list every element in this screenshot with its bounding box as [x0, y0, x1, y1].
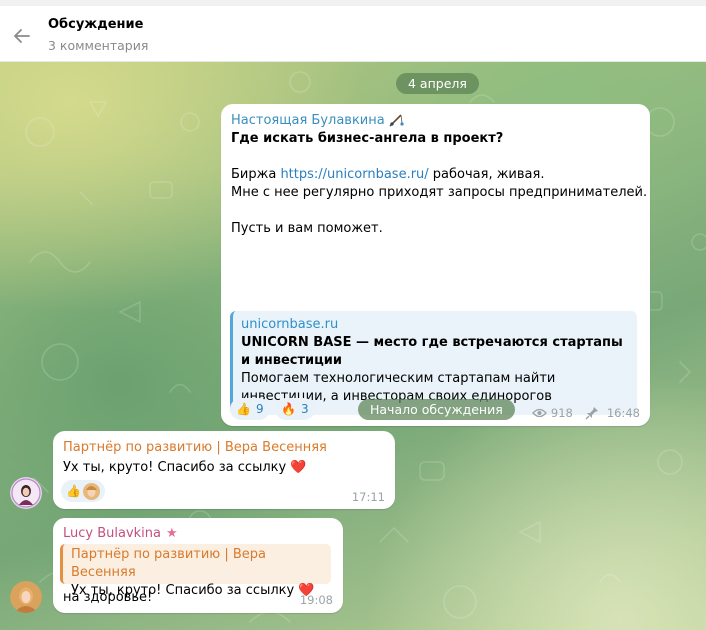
pin-icon	[585, 407, 598, 420]
reply-quote[interactable]: Партнёр по развитию | Вера Весенняя Ух т…	[60, 544, 331, 598]
back-button[interactable]	[10, 24, 34, 48]
page-title: Обсуждение	[48, 17, 144, 32]
fire-icon: 🔥	[281, 402, 296, 416]
comment-vera[interactable]: Партнёр по развитию | Вера Весенняя Ух т…	[53, 431, 395, 509]
discussion-start-pill: Начало обсуждения	[358, 399, 515, 420]
comment-lucy-time: 19:08	[299, 593, 333, 607]
comment-vera-time: 17:11	[351, 490, 385, 504]
reaction-count: 9	[255, 402, 264, 416]
reply-quote-author: Партнёр по развитию | Вера Весенняя	[71, 547, 267, 580]
post-line-1: Биржа https://unicornbase.ru/ рабочая, ж…	[231, 166, 544, 184]
avatar-vera[interactable]	[10, 477, 42, 509]
comment-lucy[interactable]: Lucy Bulavkina ★ Партнёр по развитию | В…	[53, 518, 343, 613]
eye-icon	[532, 408, 547, 418]
lucy-avatar-image	[10, 581, 42, 613]
post-headline: Где искать бизнес-ангела в проект?	[231, 131, 504, 146]
star-icon: ★	[166, 526, 178, 541]
vera-avatar-image	[10, 477, 42, 509]
reaction-count: 3	[300, 402, 309, 416]
comment-count: 3 комментария	[48, 38, 149, 53]
post-line-3: Пусть и вам поможет.	[231, 221, 383, 236]
preview-title: UNICORN BASE — место где встречаются ста…	[241, 335, 623, 368]
top-strip	[0, 0, 706, 6]
avatar-lucy[interactable]	[10, 581, 42, 613]
date-pill: 4 апреля	[396, 73, 479, 94]
fishing-rod-icon	[389, 114, 404, 127]
post-line-1-suffix: рабочая, живая.	[428, 167, 545, 182]
post-time: 16:48	[606, 406, 640, 420]
chat-area[interactable]: 4 апреля Настоящая Булавкина Где искать …	[0, 62, 706, 630]
arrow-left-icon	[14, 29, 30, 43]
post-line-1-prefix: Биржа	[231, 167, 281, 182]
comment-lucy-author[interactable]: Lucy Bulavkina	[63, 526, 161, 541]
reaction-fire[interactable]: 🔥 3	[275, 398, 315, 420]
thumbs-up-icon: 👍	[236, 402, 251, 416]
preview-site[interactable]: unicornbase.ru	[241, 316, 629, 334]
post-meta: 918 16:48	[532, 406, 640, 420]
comment-lucy-author-row: Lucy Bulavkina ★	[63, 526, 178, 541]
channel-post[interactable]: Настоящая Булавкина Где искать бизнес-ан…	[221, 104, 650, 426]
view-count: 918	[550, 406, 573, 420]
chat-header: Обсуждение 3 комментария	[0, 0, 706, 62]
comment-lucy-text: на здоровье!	[63, 590, 153, 605]
reaction-thumbs-up[interactable]: 👍 9	[230, 398, 270, 420]
post-author[interactable]: Настоящая Булавкина	[231, 113, 385, 128]
reactor-avatar-icon	[82, 482, 100, 500]
post-line-2: Мне с нее регулярно приходят запросы пре…	[231, 185, 648, 200]
heart-emoji: ❤️	[290, 460, 307, 475]
comment-vera-text-row: Ух ты, круто! Спасибо за ссылку ❤️	[63, 459, 307, 477]
comment-vera-text: Ух ты, круто! Спасибо за ссылку	[63, 460, 287, 475]
thumbs-up-icon: 👍	[66, 484, 81, 498]
post-link[interactable]: https://unicornbase.ru/	[280, 167, 428, 182]
comment-vera-reaction[interactable]: 👍	[61, 480, 105, 502]
comment-vera-author[interactable]: Партнёр по развитию | Вера Весенняя	[63, 440, 327, 455]
